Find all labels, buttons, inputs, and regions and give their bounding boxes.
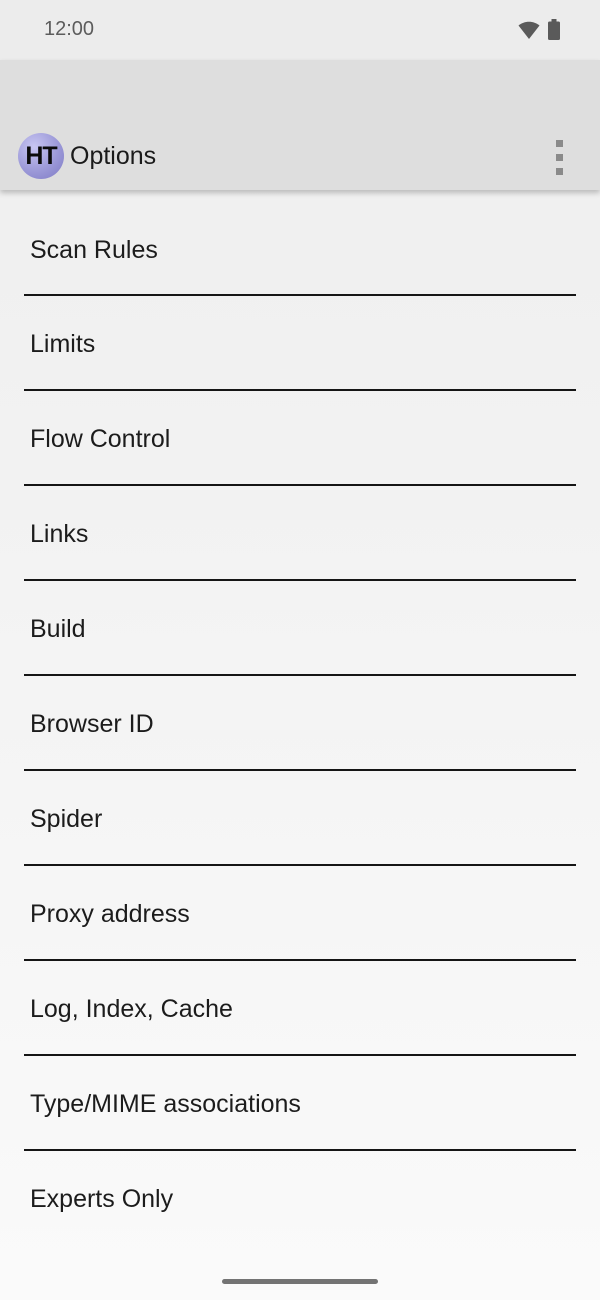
more-vertical-icon[interactable] xyxy=(546,138,574,178)
option-browser-id[interactable]: Browser ID xyxy=(24,676,576,771)
page-title: Options xyxy=(70,142,157,170)
option-log-index-cache[interactable]: Log, Index, Cache xyxy=(24,961,576,1056)
option-limits[interactable]: Limits xyxy=(24,296,576,391)
option-flow-control[interactable]: Flow Control xyxy=(24,391,576,486)
option-label: Links xyxy=(30,520,89,548)
option-label: Flow Control xyxy=(30,425,171,453)
option-scan-rules[interactable]: Scan Rules xyxy=(24,202,576,296)
option-label: Browser ID xyxy=(30,710,154,738)
options-list: Scan Rules Limits Flow Control Links Bui… xyxy=(24,202,576,1246)
status-bar: 12:00 xyxy=(0,0,600,60)
status-icons xyxy=(518,19,560,40)
option-label: Limits xyxy=(30,330,96,358)
wifi-icon xyxy=(518,21,540,39)
option-label: Scan Rules xyxy=(30,236,158,264)
option-experts-only[interactable]: Experts Only xyxy=(24,1151,576,1246)
option-proxy-address[interactable]: Proxy address xyxy=(24,866,576,961)
app-bar: HT Options xyxy=(0,60,600,190)
home-indicator[interactable] xyxy=(222,1279,378,1284)
app-logo: HT xyxy=(18,133,64,179)
status-time: 12:00 xyxy=(44,18,95,40)
option-links[interactable]: Links xyxy=(24,486,576,581)
app-logo-text: HT xyxy=(25,142,57,170)
option-type-mime-associations[interactable]: Type/MIME associations xyxy=(24,1056,576,1151)
option-label: Spider xyxy=(30,805,103,833)
option-label: Proxy address xyxy=(30,900,190,928)
option-label: Type/MIME associations xyxy=(30,1090,301,1118)
option-label: Experts Only xyxy=(30,1185,174,1213)
battery-icon xyxy=(548,19,560,40)
option-build[interactable]: Build xyxy=(24,581,576,676)
option-label: Build xyxy=(30,615,86,643)
option-spider[interactable]: Spider xyxy=(24,771,576,866)
option-label: Log, Index, Cache xyxy=(30,995,233,1023)
